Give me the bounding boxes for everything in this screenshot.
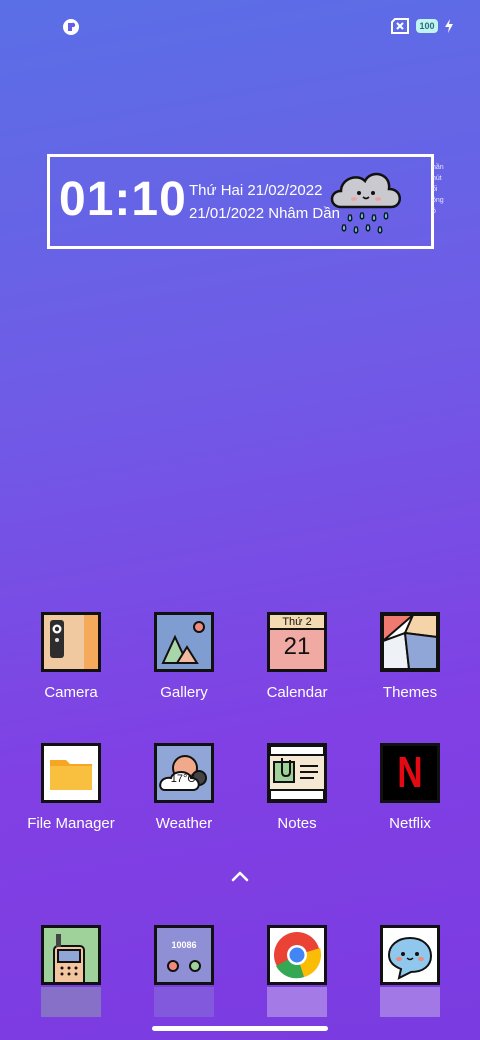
- camera-icon: [41, 612, 101, 672]
- app-label: Gallery: [160, 684, 208, 701]
- calendar-icon: Thứ 2 21: [267, 612, 327, 672]
- side-text-line: hần: [432, 164, 444, 171]
- widget-side-text: hần hút ối ộng ồ: [432, 162, 452, 217]
- weather-icon: 17°C: [154, 743, 214, 803]
- rain-cloud-icon: [330, 172, 401, 234]
- app-notes[interactable]: Notes: [241, 743, 353, 832]
- app-label: File Manager: [27, 815, 115, 832]
- gallery-icon: [154, 612, 214, 672]
- clock-widget[interactable]: 01:10 Thứ Hai 21/02/2022 21/01/2022 Nhâm…: [47, 154, 434, 249]
- dock-chrome[interactable]: [241, 925, 353, 1017]
- app-calendar[interactable]: Thứ 2 21 Calendar: [241, 612, 353, 701]
- messages-icon: 10086: [154, 925, 214, 985]
- side-text-line: hút: [432, 175, 442, 182]
- status-right-icons: 100: [390, 18, 454, 34]
- dock-chat[interactable]: [354, 925, 466, 1017]
- weather-temperature: 17°C: [170, 773, 196, 785]
- app-label: Notes: [277, 815, 317, 832]
- chrome-icon: [267, 925, 327, 985]
- dock-reflection: [380, 987, 440, 1017]
- solar-date: Thứ Hai 21/02/2022: [189, 182, 323, 199]
- app-label: Themes: [382, 684, 438, 701]
- chat-bubble-icon: [380, 925, 440, 985]
- app-indicator-icon: [63, 19, 79, 35]
- netflix-icon: N: [380, 743, 440, 803]
- netflix-logo-letter: N: [397, 748, 423, 797]
- app-gallery[interactable]: Gallery: [128, 612, 240, 701]
- home-indicator[interactable]: [152, 1026, 328, 1031]
- phone-icon: [41, 925, 101, 985]
- side-text-line: ối: [432, 186, 438, 193]
- dock-reflection: [41, 987, 101, 1017]
- lunar-date: 21/01/2022 Nhâm Dần: [189, 205, 340, 222]
- sim-off-icon: [391, 18, 409, 34]
- charging-bolt-icon: [445, 19, 453, 33]
- chevron-up-icon[interactable]: [228, 868, 252, 884]
- status-bar: 100: [0, 0, 480, 56]
- app-file-manager[interactable]: File Manager: [15, 743, 127, 832]
- side-text-line: ồ: [432, 208, 436, 215]
- battery-icon: 100: [416, 19, 438, 33]
- clock-time: 01:10: [59, 173, 187, 226]
- app-themes[interactable]: Themes: [354, 612, 466, 701]
- dock-phone[interactable]: [15, 925, 127, 1017]
- dock-reflection: [267, 987, 327, 1017]
- app-weather[interactable]: 17°C Weather: [128, 743, 240, 832]
- calendar-day-name: Thứ 2: [270, 615, 324, 630]
- dock-reflection: [154, 987, 214, 1017]
- folder-icon: [41, 743, 101, 803]
- app-camera[interactable]: Camera: [15, 612, 127, 701]
- side-text-line: ộng: [432, 197, 444, 204]
- dock-messages[interactable]: 10086: [128, 925, 240, 1017]
- app-label: Netflix: [389, 815, 431, 832]
- notes-icon: [267, 743, 327, 803]
- themes-icon: [380, 612, 440, 672]
- app-label: Camera: [44, 684, 98, 701]
- app-netflix[interactable]: N Netflix: [354, 743, 466, 832]
- calendar-day-number: 21: [283, 633, 311, 660]
- app-label: Weather: [155, 815, 213, 832]
- app-label: Calendar: [266, 684, 328, 701]
